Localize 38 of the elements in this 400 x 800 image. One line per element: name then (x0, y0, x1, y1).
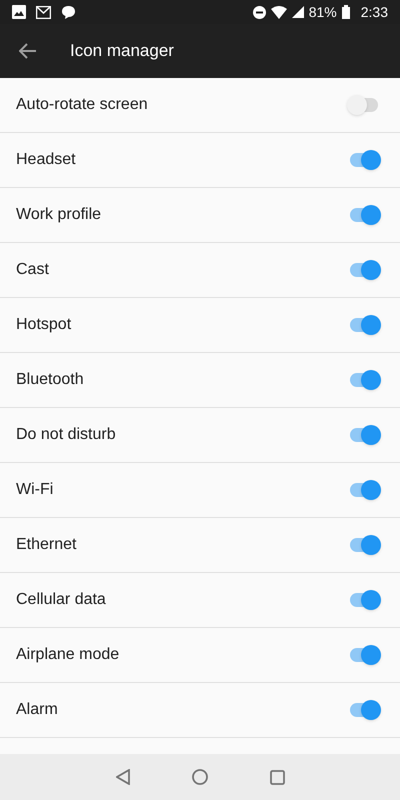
row-label: Work profile (16, 205, 102, 225)
row-label: Wi-Fi (16, 480, 54, 500)
settings-row[interactable]: Wi-Fi (0, 463, 400, 518)
clock-time: 2:33 (360, 2, 388, 22)
mail-icon (36, 6, 51, 18)
battery-percentage: 81% (308, 2, 337, 22)
settings-row[interactable]: Hotspot (0, 298, 400, 353)
battery-icon (342, 5, 350, 19)
settings-row[interactable]: Work profile (0, 188, 400, 243)
chat-bubble-icon (61, 4, 76, 20)
do-not-disturb-icon (252, 6, 266, 18)
back-icon[interactable] (116, 769, 130, 785)
home-icon[interactable] (192, 769, 208, 785)
row-label: Headset (16, 150, 76, 170)
row-label: Hotspot (16, 315, 72, 335)
row-label: Auto-rotate screen (16, 95, 148, 115)
recent-apps-icon[interactable] (270, 770, 284, 784)
settings-row[interactable]: Do not disturb (0, 408, 400, 463)
settings-row[interactable]: Bluetooth (0, 353, 400, 408)
row-label: Alarm (16, 700, 58, 720)
row-label: Ethernet (16, 535, 76, 555)
row-label: Cast (16, 260, 49, 280)
settings-row[interactable]: Ethernet (0, 518, 400, 573)
signal-icon (292, 6, 304, 18)
settings-row[interactable]: Airplane mode (0, 628, 400, 683)
screen-title: Icon manager (70, 40, 174, 62)
settings-row[interactable]: Cellular data (0, 573, 400, 628)
image-icon (12, 5, 26, 19)
wifi-icon (270, 6, 287, 18)
settings-row[interactable]: Alarm (0, 683, 400, 738)
row-label: Cellular data (16, 590, 106, 610)
back-arrow-icon (19, 43, 37, 59)
row-label: Airplane mode (16, 645, 120, 665)
settings-row[interactable]: Cast (0, 243, 400, 298)
row-label: Bluetooth (16, 370, 84, 390)
settings-row[interactable]: Headset (0, 133, 400, 188)
row-label: Do not disturb (16, 425, 116, 445)
settings-row[interactable]: Auto-rotate screen (0, 78, 400, 133)
